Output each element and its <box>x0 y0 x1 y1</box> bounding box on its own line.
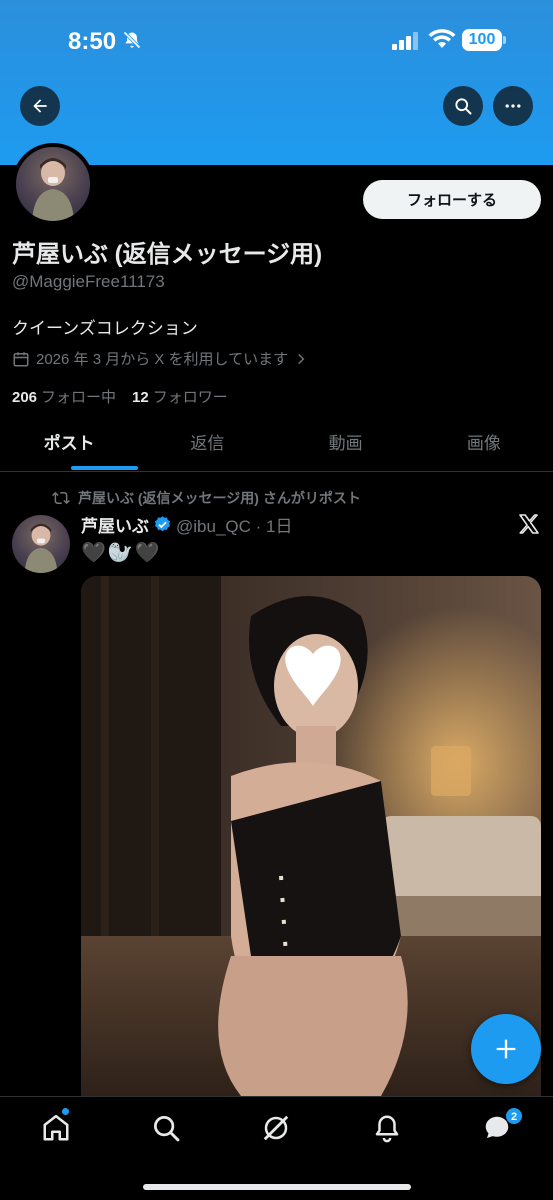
followers-link[interactable]: 12 フォロワー <box>132 386 228 407</box>
search-icon <box>455 98 472 115</box>
more-dots-icon <box>505 104 521 108</box>
home-indicator <box>143 1184 411 1190</box>
avatar-figure <box>32 158 74 221</box>
post-header: 芦屋いぶ @ibu_QC · 1日 <box>81 512 292 537</box>
post-avatar-figure <box>24 523 58 573</box>
repost-label: 芦屋いぶ (返信メッセージ用) さんがリポスト <box>78 490 361 506</box>
wifi-icon <box>428 29 456 48</box>
battery-indicator: 100 <box>462 29 502 51</box>
profile-handle: @MaggieFree11173 <box>12 272 165 291</box>
post-meta: @ibu_QC · 1日 <box>176 517 293 536</box>
follow-button[interactable]: フォローする <box>363 180 541 219</box>
joined-date[interactable]: 2026 年 3 月から X を利用しています <box>12 348 308 369</box>
profile-bio: クイーンズコレクション <box>12 319 198 338</box>
post-text: 🖤🦭🖤 <box>81 542 162 564</box>
post-author-name[interactable]: 芦屋いぶ <box>81 512 149 537</box>
chevron-right-icon <box>298 353 305 364</box>
home-unread-dot <box>61 1107 70 1116</box>
notifications-icon[interactable] <box>372 1113 402 1143</box>
post-media-image[interactable] <box>81 576 541 1096</box>
status-time: 8:50 <box>68 28 117 55</box>
profile-display-name: 芦屋いぶ (返信メッセージ用) <box>12 241 323 268</box>
home-icon[interactable] <box>41 1113 71 1143</box>
repost-context[interactable]: 芦屋いぶ (返信メッセージ用) さんがリポスト <box>52 488 361 508</box>
calendar-icon <box>13 351 29 366</box>
following-link[interactable]: 206 フォロー中 <box>12 386 116 407</box>
grok-icon[interactable] <box>261 1113 291 1143</box>
following-count: 206 <box>12 389 38 406</box>
battery-nub <box>503 36 506 44</box>
more-button[interactable] <box>493 86 533 126</box>
plus-icon <box>496 1039 516 1059</box>
followers-label: フォロワー <box>152 389 228 406</box>
active-tab-indicator <box>71 466 138 470</box>
search-icon[interactable] <box>151 1113 181 1143</box>
messages-badge: 2 <box>505 1107 523 1125</box>
tab-posts[interactable]: ポスト <box>0 422 138 471</box>
photo <box>81 576 541 1096</box>
joined-text: 2026 年 3 月から X を利用しています <box>36 351 289 368</box>
profile-avatar[interactable] <box>12 143 94 225</box>
status-bar: 8:50 100 <box>0 0 553 80</box>
profile-tabs: ポスト 返信 動画 画像 <box>0 422 553 472</box>
cellular-signal-icon <box>392 32 418 50</box>
verified-badge-icon <box>154 516 171 532</box>
tab-images[interactable]: 画像 <box>415 422 553 471</box>
followers-count: 12 <box>132 389 149 406</box>
tab-replies[interactable]: 返信 <box>138 422 276 471</box>
following-label: フォロー中 <box>41 389 117 406</box>
tab-videos[interactable]: 動画 <box>277 422 415 471</box>
repost-icon <box>52 491 70 505</box>
follow-stats: 206 フォロー中 12 フォロワー <box>12 386 228 407</box>
x-logo-icon[interactable] <box>517 512 541 536</box>
silent-bell-icon <box>123 31 141 49</box>
post-author-avatar[interactable] <box>12 515 70 573</box>
search-button[interactable] <box>443 86 483 126</box>
back-button[interactable] <box>20 86 60 126</box>
back-arrow-icon <box>33 99 47 113</box>
compose-post-button[interactable] <box>471 1014 541 1084</box>
